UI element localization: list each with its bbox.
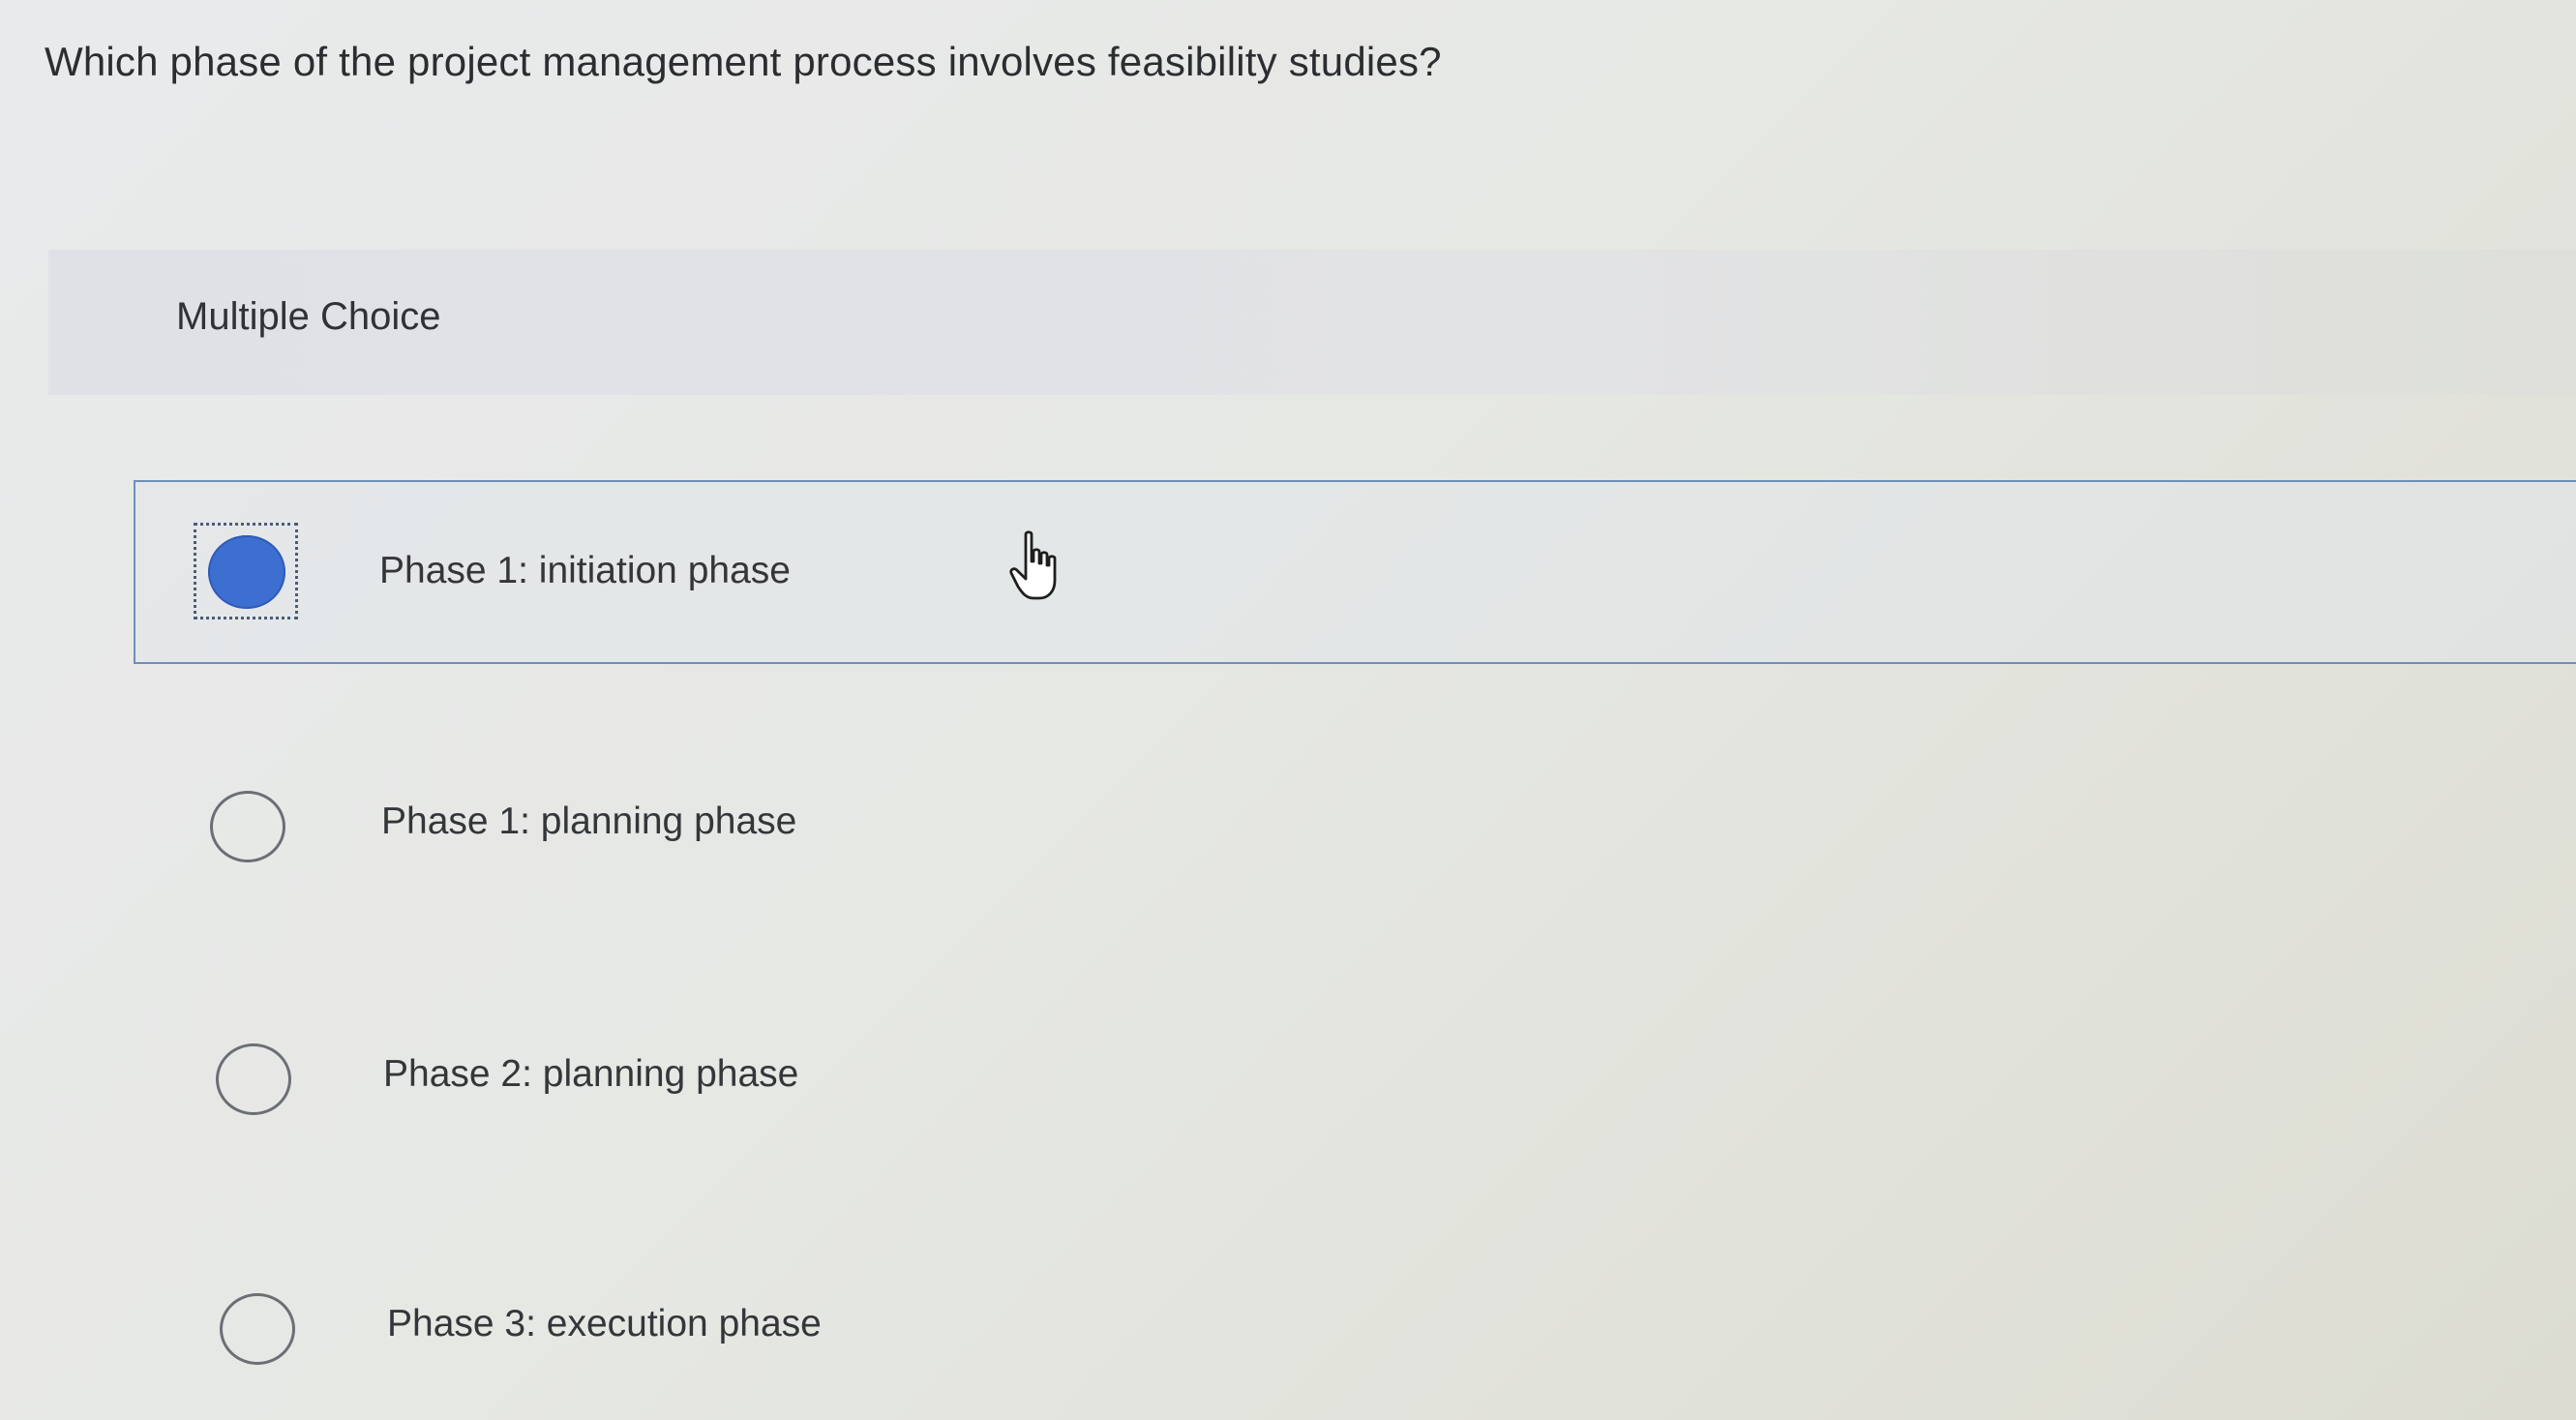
- hand-pointer-icon: [1009, 530, 1057, 600]
- option-label: Phase 1: initiation phase: [379, 550, 791, 591]
- radio-button[interactable]: [216, 1043, 291, 1115]
- radio-button[interactable]: [210, 791, 285, 862]
- answer-option-4[interactable]: Phase 3: execution phase: [199, 1285, 1361, 1382]
- multiple-choice-label: Multiple Choice: [176, 295, 441, 338]
- option-label: Phase 2: planning phase: [383, 1053, 799, 1095]
- question-text: Which phase of the project management pr…: [45, 39, 1442, 84]
- answer-option-2[interactable]: Phase 1: planning phase: [194, 779, 1355, 876]
- answer-option-3[interactable]: Phase 2: planning phase: [195, 1034, 1357, 1131]
- radio-button-selected[interactable]: [208, 535, 285, 609]
- option-label: Phase 3: execution phase: [387, 1303, 822, 1344]
- radio-button[interactable]: [220, 1293, 295, 1365]
- option-label: Phase 1: planning phase: [381, 801, 797, 842]
- radio-button-focus-ring[interactable]: [194, 523, 298, 619]
- answer-option-1[interactable]: Phase 1: initiation phase: [194, 523, 1355, 619]
